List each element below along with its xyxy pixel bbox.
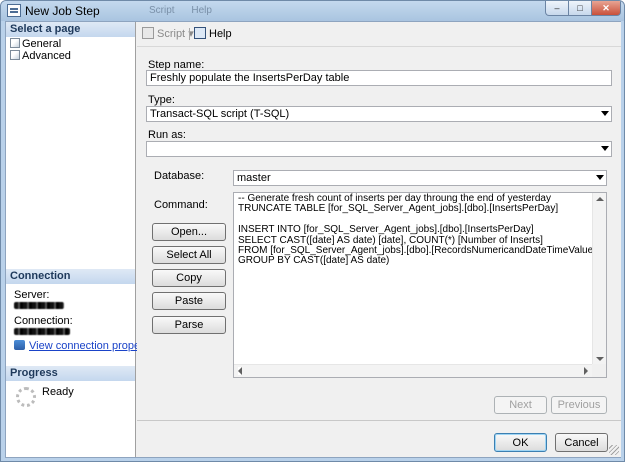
window-title: New Job Step: [25, 4, 100, 18]
open-button[interactable]: Open...: [152, 223, 226, 241]
connection-label: Connection:: [14, 315, 73, 327]
scroll-left-icon[interactable]: [238, 367, 242, 375]
command-label: Command:: [154, 199, 208, 211]
toolbar: Script ▾ Help: [137, 22, 621, 47]
scroll-right-icon[interactable]: [584, 367, 588, 375]
scrollbar-corner: [592, 364, 606, 377]
chevron-down-icon: [596, 175, 604, 180]
general-page: Script ▾ Help Step name: Freshly populat…: [137, 22, 621, 457]
connection-value-redacted: [14, 328, 70, 335]
type-select[interactable]: Transact-SQL script (T-SQL): [146, 106, 612, 122]
ghost-tab-script: Script: [149, 5, 175, 16]
maximize-button[interactable]: □: [568, 1, 592, 16]
property-page-icon: [10, 50, 20, 60]
database-label: Database:: [154, 170, 205, 182]
type-label: Type:: [148, 94, 175, 106]
run-as-label: Run as:: [148, 129, 186, 141]
horizontal-scrollbar[interactable]: [234, 364, 592, 377]
command-text: -- Generate fresh count of inserts per d…: [238, 193, 601, 267]
database-select-value: master: [237, 172, 271, 184]
command-line: TRUNCATE TABLE [for_SQL_Server_Agent_job…: [238, 203, 559, 215]
footer-separator: [137, 420, 621, 421]
chevron-down-icon: [601, 111, 609, 116]
progress-header: Progress: [6, 366, 135, 381]
previous-button[interactable]: Previous: [551, 396, 607, 414]
progress-status: Ready: [42, 386, 74, 398]
paste-button[interactable]: Paste: [152, 292, 226, 310]
page-item-advanced-label: Advanced: [22, 50, 71, 62]
new-job-step-window: New Job Step Script Help – □ ✕ Select a …: [0, 0, 625, 462]
type-select-value: Transact-SQL script (T-SQL): [150, 108, 290, 120]
background-window-tabs: Script Help: [149, 5, 226, 16]
vertical-scrollbar[interactable]: [592, 193, 606, 365]
scroll-down-icon[interactable]: [596, 357, 604, 361]
next-button[interactable]: Next: [494, 396, 547, 414]
script-button-label: Script: [157, 28, 186, 40]
command-line: GROUP BY CAST([date] AS date): [238, 255, 390, 267]
select-page-header: Select a page: [6, 22, 135, 37]
left-pane: Select a page General Advanced Connectio…: [6, 22, 161, 457]
window-icon: [7, 4, 21, 17]
help-button-label: Help: [209, 28, 232, 40]
connection-header: Connection: [6, 269, 135, 284]
command-line: INSERT INTO [for_SQL_Server_Agent_jobs].…: [238, 224, 534, 236]
command-textarea[interactable]: -- Generate fresh count of inserts per d…: [233, 192, 607, 378]
title-bar[interactable]: New Job Step Script Help – □ ✕: [1, 1, 624, 21]
server-label: Server:: [14, 289, 50, 301]
ghost-tab-help: Help: [191, 5, 212, 16]
property-page-icon: [10, 38, 20, 48]
progress-spinner-icon: [16, 387, 36, 407]
toolbar-separator: [189, 28, 190, 40]
cancel-button[interactable]: Cancel: [555, 433, 608, 452]
copy-button[interactable]: Copy: [152, 269, 226, 287]
parse-button[interactable]: Parse: [152, 316, 226, 334]
run-as-select[interactable]: [146, 141, 612, 157]
script-icon: [142, 27, 154, 39]
scroll-up-icon[interactable]: [596, 197, 604, 201]
script-button[interactable]: Script ▾: [142, 27, 194, 40]
step-name-input[interactable]: Freshly populate the InsertsPerDay table: [146, 70, 612, 86]
page-item-advanced[interactable]: Advanced: [10, 50, 71, 63]
help-button[interactable]: Help: [194, 27, 232, 40]
dialog-client-area: Select a page General Advanced Connectio…: [5, 21, 621, 458]
server-value-redacted: [14, 302, 64, 309]
help-icon: [194, 27, 206, 39]
page-item-general-label: General: [22, 38, 62, 50]
connection-properties-icon: [14, 340, 25, 350]
database-select[interactable]: master: [233, 170, 607, 186]
select-all-button[interactable]: Select All: [152, 246, 226, 264]
close-button[interactable]: ✕: [591, 1, 621, 16]
resize-grip-icon[interactable]: [609, 445, 619, 455]
ok-button[interactable]: OK: [494, 433, 547, 452]
chevron-down-icon: [601, 146, 609, 151]
minimize-button[interactable]: –: [545, 1, 569, 16]
